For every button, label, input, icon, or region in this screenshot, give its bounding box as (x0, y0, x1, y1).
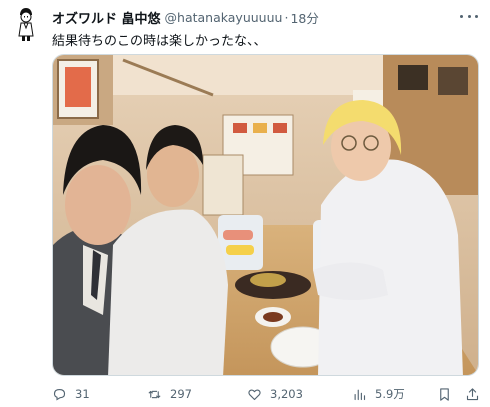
reply-button[interactable]: 31 (52, 384, 90, 404)
share-button[interactable] (465, 384, 480, 404)
views-button[interactable]: 5.9万 (352, 384, 405, 404)
user-handle[interactable]: @hatanakayuuuuu (165, 10, 283, 25)
like-button[interactable]: 3,203 (247, 384, 303, 404)
retweet-icon (148, 390, 161, 398)
heart-icon (248, 388, 261, 400)
reply-count: 31 (75, 387, 90, 401)
separator-dot: · (284, 9, 289, 25)
views-count: 5.9万 (375, 387, 405, 401)
avatar[interactable] (12, 6, 40, 42)
tweet-photo[interactable]: 258 当店をご利用いただきまして誠にありがとうございます (52, 54, 479, 376)
action-bar: 31 297 3,203 5.9万 (52, 384, 482, 404)
more-dots-icon[interactable] (460, 10, 478, 22)
retweet-count: 297 (170, 387, 192, 401)
tweet-header: オズワルド 畠中悠 @hatanakayuuuuu · 18分 (52, 8, 460, 27)
tweet-text: 結果待ちのこの時は楽しかったな、、 (52, 34, 267, 49)
like-count: 3,203 (270, 387, 303, 401)
share-icon (466, 387, 479, 400)
speech-bubble-icon (53, 388, 66, 400)
post-time[interactable]: 18分 (290, 8, 318, 27)
retweet-button[interactable]: 297 (147, 384, 192, 404)
display-name[interactable]: オズワルド 畠中悠 (52, 8, 161, 27)
bar-chart-icon (354, 389, 366, 400)
bookmark-button[interactable] (437, 384, 452, 404)
tweet-card[interactable]: オズワルド 畠中悠 @hatanakayuuuuu · 18分 結果待ちのこの時… (0, 0, 490, 407)
bookmark-icon (440, 387, 449, 401)
